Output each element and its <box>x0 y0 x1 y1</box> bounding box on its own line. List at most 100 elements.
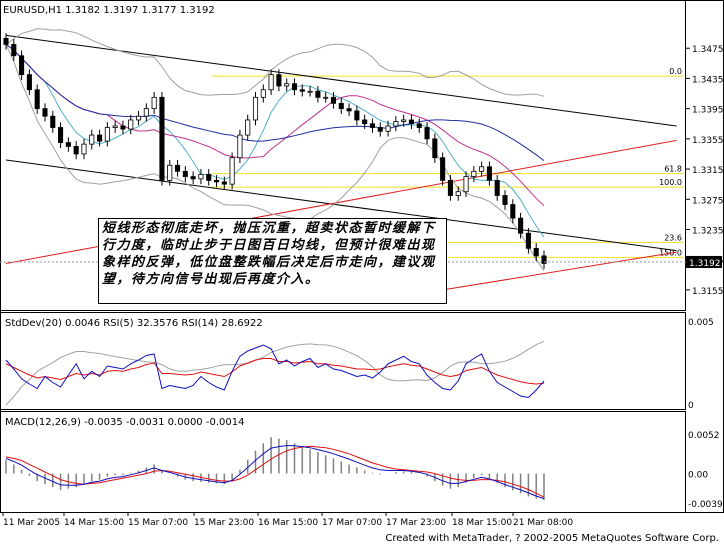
candle-body <box>89 134 95 145</box>
candle-body <box>393 121 399 127</box>
candle-body <box>447 179 453 196</box>
candle-body <box>112 125 118 128</box>
candle-body <box>11 44 17 57</box>
candle-body <box>354 110 360 121</box>
candle-body <box>518 217 524 234</box>
candle-body <box>42 108 48 117</box>
price-tick-label: 1.3275 <box>692 196 724 206</box>
price-tick-label: 1.3395 <box>692 106 724 116</box>
candle-body <box>479 166 485 172</box>
candle-body <box>237 134 243 159</box>
candle-body <box>19 55 25 76</box>
candle-body <box>167 164 173 181</box>
candle-body <box>494 179 500 196</box>
price-tick-label: 1.3355 <box>692 136 724 146</box>
macd-scale-label: 0.00 <box>688 471 708 481</box>
candle-body <box>198 173 204 180</box>
fibo-level-label: 23.6 <box>664 233 682 242</box>
candle-body <box>34 89 40 110</box>
fibo-level-label: 0.0 <box>669 67 682 76</box>
time-tick-label: 18 Mar 15:00 <box>452 518 512 528</box>
candle-body <box>26 74 32 91</box>
time-tick-label: 17 Mar 07:00 <box>322 518 382 528</box>
candle-body <box>416 123 422 128</box>
candle-body <box>323 96 329 99</box>
candle-body <box>486 166 492 181</box>
current-price-label: 1.3192 <box>689 259 721 269</box>
candle-body <box>401 119 407 122</box>
candle-body <box>190 176 196 180</box>
metatrader-chart-window: 0.0 61.8 100.0 23.6 150.0 1.3475 1.3435 1.3395… <box>0 0 724 546</box>
candle-body <box>377 127 383 132</box>
candle-body <box>143 108 149 117</box>
time-tick-label: 11 Mar 2005 <box>3 518 60 528</box>
candle-body <box>307 90 313 93</box>
candle-body <box>502 195 508 205</box>
candle-body <box>120 125 126 130</box>
candle-body <box>50 115 56 128</box>
rsi-scale-bottom: 0 <box>688 401 694 411</box>
candle-body <box>104 127 110 142</box>
candle-body <box>221 181 227 185</box>
candle-body <box>369 123 376 128</box>
time-tick-label: 16 Mar 15:00 <box>258 518 318 528</box>
candle-body <box>408 119 414 125</box>
candle-body <box>245 119 251 136</box>
candle-body <box>284 83 290 87</box>
time-tick-label: 15 Mar 23:00 <box>194 518 254 528</box>
candle-body <box>463 176 469 193</box>
macd-scale-label: -0.0039 <box>688 500 723 510</box>
candle-body <box>291 83 298 91</box>
candle-body <box>362 119 368 125</box>
footer-credit: Created with MetaTrader, ? 2002-2005 Met… <box>385 533 719 544</box>
rsi-scale-top: 0.005 <box>688 318 714 328</box>
candle-body <box>182 170 188 178</box>
candle-body <box>330 96 337 104</box>
candle-body <box>97 134 103 142</box>
price-tick-label: 1.3315 <box>692 166 724 176</box>
price-tick-label: 1.3475 <box>692 45 724 55</box>
candle-body <box>440 157 446 181</box>
candle-body <box>65 142 71 147</box>
candle-body <box>525 232 531 249</box>
candle-body <box>268 74 274 91</box>
candle-body <box>346 108 352 112</box>
time-tick-label: 21 Mar 08:00 <box>513 518 573 528</box>
price-tick-label: 1.3235 <box>692 226 724 236</box>
candle-body <box>471 170 477 178</box>
candle-body <box>128 119 134 130</box>
candle-body <box>455 191 461 196</box>
candle-body <box>533 247 539 257</box>
candle-body <box>136 115 142 121</box>
analysis-comment-box: 短线形态彻底走坏，抛压沉重，超卖状态暂时缓解下行力度，临时止步于日图百日均线，但… <box>98 218 447 304</box>
time-tick-label: 15 Mar 07:00 <box>128 518 188 528</box>
candle-body <box>510 204 516 219</box>
candle-body <box>58 127 64 144</box>
candle-body <box>213 179 220 183</box>
candle-body <box>432 138 438 159</box>
candle-body <box>260 89 266 98</box>
fibo-level-label: 61.8 <box>664 165 682 174</box>
chart-header: EURUSD,H1 1.3182 1.3197 1.3177 1.3192 <box>3 5 215 16</box>
macd-scale-label: 0.0052 <box>688 431 720 441</box>
candle-body <box>315 90 321 98</box>
time-tick-label: 17 Mar 23:00 <box>386 518 446 528</box>
price-tick-label: 1.3435 <box>692 75 724 85</box>
candle-body <box>151 96 157 110</box>
candle-body <box>229 157 235 185</box>
candle-body <box>206 173 212 181</box>
price-tick-label: 1.3155 <box>692 287 724 297</box>
candle-body <box>338 102 344 110</box>
candle-body <box>3 37 9 45</box>
candle-body <box>385 125 391 132</box>
candle-body <box>174 164 181 172</box>
candle-body <box>252 96 259 121</box>
candle-body <box>81 143 87 155</box>
fibo-level-label: 100.0 <box>659 178 682 187</box>
candle-body <box>159 96 165 181</box>
time-tick-label: 14 Mar 15:00 <box>64 518 124 528</box>
candle-body <box>299 89 305 92</box>
candle-body <box>424 127 430 140</box>
rsi-header: StdDev(20) 0.0046 RSI(5) 32.3576 RSI(14)… <box>5 318 263 329</box>
macd-header: MACD(12,26,9) -0.0035 -0.0031 0.0000 -0.… <box>5 417 244 428</box>
